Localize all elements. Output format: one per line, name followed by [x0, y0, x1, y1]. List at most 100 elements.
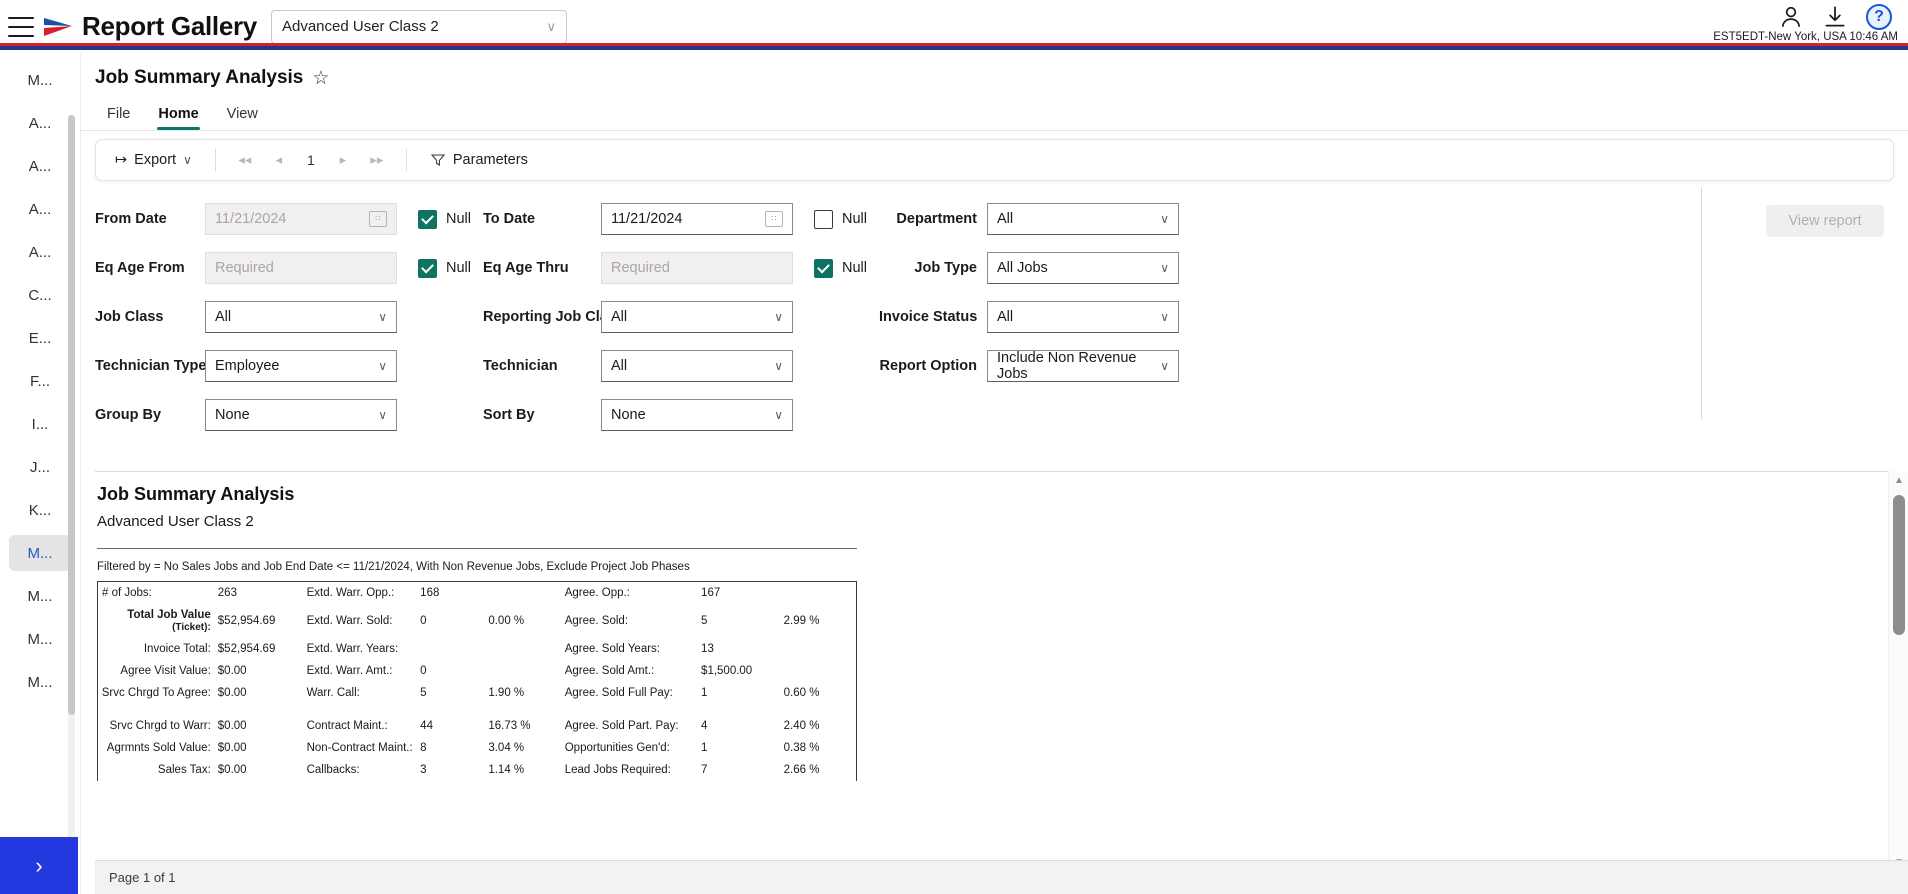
chevron-down-icon: ∨	[774, 310, 783, 324]
sidebar-item-5[interactable]: C...	[9, 277, 71, 313]
chevron-down-icon: ∨	[1160, 261, 1169, 275]
filter-funnel-icon	[430, 154, 446, 166]
sidebar-item-4[interactable]: A...	[9, 234, 71, 270]
chevron-down-icon: ∨	[1160, 359, 1169, 373]
param-field-group-by[interactable]: None ∨	[205, 399, 397, 431]
null-checkbox-to-date[interactable]	[814, 209, 833, 229]
row-percent-2	[488, 638, 564, 660]
param-field-to-date[interactable]: 11/21/2024 ∷	[601, 203, 793, 235]
user-class-select[interactable]: Advanced User Class 2 ∨	[270, 9, 567, 44]
sidebar-item-8[interactable]: I...	[9, 406, 71, 442]
left-sidebar: M... A... A... A... A... C... E... F... I... J...…	[0, 53, 80, 894]
help-icon[interactable]: ?	[1866, 4, 1892, 30]
param-label-group-by: Group By	[95, 407, 162, 423]
param-label-reporting-job-class: Reporting Job Class	[483, 309, 624, 325]
param-field-job-class[interactable]: All ∨	[205, 301, 397, 333]
sidebar-item-7[interactable]: F...	[9, 363, 71, 399]
table-row: Sales Tax: $0.00 Callbacks: 3 1.14 % Lead Job…	[98, 759, 856, 781]
row-label-2: Non-Contract Maint.:	[306, 742, 413, 754]
row-percent-3	[784, 660, 856, 682]
parameters-button[interactable]: Parameters	[421, 147, 537, 173]
row-value-2: 8	[420, 742, 427, 754]
user-class-value: Advanced User Class 2	[281, 18, 439, 35]
table-row: Srvc Chrgd To Agree: $0.00 Warr. Call: 5 1.9…	[98, 682, 856, 704]
person-icon[interactable]	[1778, 4, 1804, 30]
parameters-label: Parameters	[452, 152, 528, 168]
row-value-2: 5	[420, 687, 427, 699]
row-value-3: 7	[701, 764, 708, 776]
sidebar-item-6[interactable]: E...	[9, 320, 71, 356]
param-label-department: Department	[896, 211, 977, 227]
summary-table: # of Jobs: 263 Extd. Warr. Opp.: 168 Agree. …	[97, 581, 857, 781]
calendar-icon[interactable]: ∷	[765, 211, 783, 227]
first-page-icon[interactable]: ◂◂	[230, 147, 260, 173]
last-page-icon[interactable]: ▸▸	[362, 147, 392, 173]
sidebar-item-9[interactable]: J...	[9, 449, 71, 485]
param-field-sort-by[interactable]: None ∨	[601, 399, 793, 431]
previous-page-icon[interactable]: ◂	[264, 147, 294, 173]
hamburger-menu-icon[interactable]	[8, 16, 34, 37]
param-field-invoice-status-value: All	[997, 309, 1014, 325]
export-button[interactable]: ↦ Export ∨	[106, 147, 201, 173]
report-scroll-thumb[interactable]	[1893, 495, 1905, 635]
tab-file[interactable]: File	[95, 102, 142, 130]
row-label-2: Warr. Call:	[306, 687, 360, 699]
sidebar-item-13[interactable]: M...	[9, 621, 71, 657]
row-label-1-main: Total Job Value	[127, 609, 211, 621]
null-checkbox-eq-age-from-wrapper: Null	[405, 258, 483, 278]
chevron-down-icon: ∨	[378, 408, 387, 422]
null-checkbox-from-date[interactable]	[418, 209, 437, 229]
next-page-icon[interactable]: ▸	[328, 147, 358, 173]
sidebar-scrollbar-thumb[interactable]	[68, 115, 75, 715]
favorite-star-icon[interactable]: ☆	[312, 69, 329, 88]
report-viewer-scrollbar[interactable]: ▲ ▼	[1888, 471, 1908, 871]
row-value-2: 0	[420, 615, 427, 627]
sidebar-item-0[interactable]: M...	[9, 62, 71, 98]
null-checkbox-eq-age-thru-wrapper: Null	[801, 258, 879, 278]
param-label-job-class: Job Class	[95, 309, 164, 325]
row-value-1: $52,954.69	[217, 643, 276, 655]
param-field-department[interactable]: All ∨	[987, 203, 1179, 235]
param-field-report-option[interactable]: Include Non Revenue Jobs ∨	[987, 350, 1179, 382]
row-label-1: Agree Visit Value:	[120, 665, 211, 677]
row-value-2	[420, 638, 488, 660]
row-value-3: 1	[701, 742, 708, 754]
null-checkbox-eq-age-from[interactable]	[418, 258, 437, 278]
report-filter-text: Filtered by = No Sales Jobs and Job End …	[97, 561, 690, 573]
sidebar-item-14[interactable]: M...	[9, 664, 71, 700]
toolbar-divider	[214, 149, 216, 171]
table-row: Agrmnts Sold Value: $0.00 Non-Contract Mai…	[98, 737, 856, 759]
row-percent-2: 3.04 %	[488, 742, 525, 754]
param-field-reporting-job-class[interactable]: All ∨	[601, 301, 793, 333]
export-chevron-down-icon: ∨	[183, 153, 192, 167]
scroll-up-arrow-icon[interactable]: ▲	[1889, 471, 1908, 489]
param-field-job-type[interactable]: All Jobs ∨	[987, 252, 1179, 284]
param-label-eq-age-thru: Eq Age Thru	[483, 260, 569, 276]
null-checkbox-eq-age-thru[interactable]	[814, 258, 833, 278]
sidebar-item-2[interactable]: A...	[9, 148, 71, 184]
sidebar-item-3[interactable]: A...	[9, 191, 71, 227]
row-percent-2: 1.14 %	[488, 764, 525, 776]
param-field-technician[interactable]: All ∨	[601, 350, 793, 382]
sidebar-expand-button[interactable]: ›	[0, 837, 78, 894]
param-field-job-class-value: All	[215, 309, 232, 325]
param-field-technician-type-value: Employee	[215, 358, 280, 374]
page-number-input[interactable]: 1	[298, 152, 324, 168]
sidebar-item-12[interactable]: M...	[9, 578, 71, 614]
sidebar-item-1[interactable]: A...	[9, 105, 71, 141]
chevron-down-icon: ∨	[1160, 310, 1169, 324]
tab-home[interactable]: Home	[146, 102, 210, 130]
param-field-technician-type[interactable]: Employee ∨	[205, 350, 397, 382]
tab-view[interactable]: View	[215, 102, 270, 130]
sidebar-item-10[interactable]: K...	[9, 492, 71, 528]
calendar-icon[interactable]: ∷	[369, 211, 387, 227]
null-checkbox-to-date-wrapper: Null	[801, 209, 879, 229]
row-label-3: Agree. Opp.:	[564, 587, 630, 599]
row-percent-3	[784, 582, 856, 604]
download-icon[interactable]	[1822, 4, 1848, 30]
view-report-button[interactable]: View report	[1766, 205, 1884, 237]
param-field-invoice-status[interactable]: All ∨	[987, 301, 1179, 333]
table-row: Srvc Chrgd to Warr: $0.00 Contract Maint.:…	[98, 715, 856, 737]
sidebar-item-11[interactable]: M...	[9, 535, 71, 571]
table-row: Total Job Value (Ticket): $52,954.69 Extd.…	[98, 604, 856, 638]
